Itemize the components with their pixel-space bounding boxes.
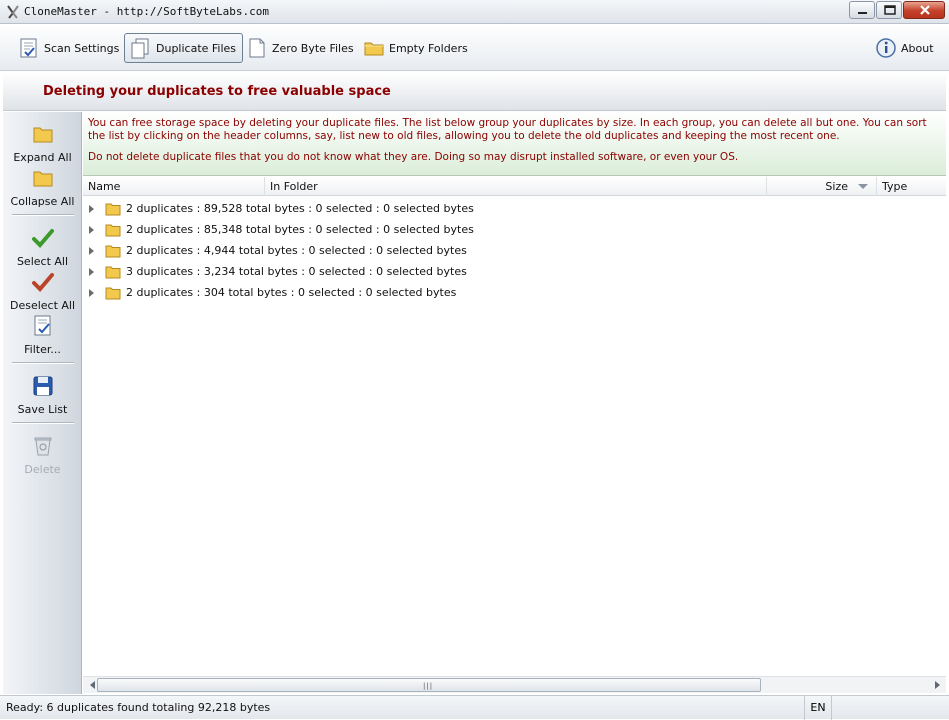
red-checkmark-icon (31, 273, 54, 292)
collapse-all-label: Collapse All (10, 195, 75, 208)
empty-folders-button[interactable]: Empty Folders (357, 33, 475, 63)
filter-button[interactable]: Filter... (3, 314, 82, 356)
window-controls (848, 1, 945, 19)
maximize-icon (884, 5, 896, 15)
group-summary: 3 duplicates : 3,234 total bytes : 0 sel… (126, 265, 467, 278)
about-label: About (901, 41, 934, 55)
zero-byte-files-label: Zero Byte Files (272, 41, 354, 55)
main-toolbar: Scan Settings Duplicate Files Zero Byte … (0, 24, 949, 71)
folder-icon (33, 171, 52, 187)
group-summary: 2 duplicates : 85,348 total bytes : 0 se… (126, 223, 474, 236)
grip-icon: ||| (423, 682, 434, 690)
expand-arrow-icon[interactable] (89, 267, 94, 276)
duplicate-files-button[interactable]: Duplicate Files (124, 33, 244, 63)
group-summary: 2 duplicates : 4,944 total bytes : 0 sel… (126, 244, 467, 257)
expand-all-label: Expand All (13, 151, 72, 164)
column-size-label: Size (825, 180, 848, 193)
delete-label: Delete (24, 463, 61, 476)
expand-arrow-icon[interactable] (89, 225, 94, 234)
warning-text: Do not delete duplicate files that you d… (88, 151, 739, 163)
delete-button[interactable]: Delete (3, 434, 82, 476)
folder-icon (105, 224, 121, 236)
status-text: Ready: 6 duplicates found totaling 92,21… (6, 701, 271, 714)
language-indicator: EN (804, 696, 832, 720)
separator (12, 362, 74, 364)
filter-label: Filter... (24, 343, 61, 356)
folder-icon (105, 266, 121, 278)
green-checkmark-icon (31, 229, 54, 248)
deselect-all-button[interactable]: Deselect All (3, 270, 82, 312)
save-list-label: Save List (17, 403, 68, 416)
status-bar: Ready: 6 duplicates found totaling 92,21… (0, 695, 949, 720)
save-list-button[interactable]: Save List (3, 374, 82, 416)
duplicate-documents-icon (131, 38, 149, 59)
folder-icon (105, 203, 121, 215)
scan-settings-label: Scan Settings (44, 41, 120, 55)
select-all-button[interactable]: Select All (3, 226, 82, 268)
column-size[interactable]: Size (767, 177, 877, 196)
table-row[interactable]: 2 duplicates : 4,944 total bytes : 0 sel… (83, 240, 946, 261)
folder-icon (33, 127, 52, 143)
duplicate-groups-list: 2 duplicates : 89,528 total bytes : 0 se… (83, 198, 946, 303)
list-column-header: Name In Folder Size Type (83, 177, 946, 196)
page-title: Deleting your duplicates to free valuabl… (43, 84, 391, 99)
close-button[interactable] (903, 1, 945, 19)
minimize-icon (858, 12, 867, 14)
table-row[interactable]: 2 duplicates : 85,348 total bytes : 0 se… (83, 219, 946, 240)
select-all-label: Select All (16, 255, 69, 268)
expand-arrow-icon[interactable] (89, 246, 94, 255)
column-type[interactable]: Type (877, 177, 946, 196)
folder-icon (105, 245, 121, 257)
collapse-all-button[interactable]: Collapse All (3, 166, 82, 208)
expand-arrow-icon[interactable] (89, 204, 94, 213)
blank-document-icon (249, 38, 265, 58)
separator (12, 422, 74, 424)
empty-folders-label: Empty Folders (389, 41, 468, 55)
title-bar[interactable]: CloneMaster - http://SoftByteLabs.com (0, 0, 949, 24)
clonemaster-app-icon (7, 5, 19, 19)
folder-icon (364, 42, 384, 56)
scroll-right-icon[interactable] (935, 681, 940, 689)
column-name[interactable]: Name (83, 177, 265, 196)
floppy-disk-icon (33, 376, 52, 396)
scroll-left-icon[interactable] (90, 681, 95, 689)
scan-settings-button[interactable]: Scan Settings (12, 33, 126, 63)
expand-all-button[interactable]: Expand All (3, 122, 82, 164)
sort-descending-icon (858, 184, 868, 189)
separator (12, 214, 74, 216)
table-row[interactable]: 3 duplicates : 3,234 total bytes : 0 sel… (83, 261, 946, 282)
window-title: CloneMaster - http://SoftByteLabs.com (24, 5, 270, 18)
folder-icon (105, 287, 121, 299)
zero-byte-files-button[interactable]: Zero Byte Files (240, 33, 361, 63)
filter-document-icon (34, 315, 50, 336)
table-row[interactable]: 2 duplicates : 304 total bytes : 0 selec… (83, 282, 946, 303)
minimize-button[interactable] (849, 1, 875, 19)
group-summary: 2 duplicates : 304 total bytes : 0 selec… (126, 286, 457, 299)
group-summary: 2 duplicates : 89,528 total bytes : 0 se… (126, 202, 474, 215)
duplicate-files-label: Duplicate Files (156, 41, 237, 55)
close-icon (920, 5, 930, 15)
info-icon (876, 38, 896, 58)
expand-arrow-icon[interactable] (89, 288, 94, 297)
left-action-panel: Expand All Collapse All Select All Desel… (3, 112, 82, 694)
horizontal-scrollbar[interactable]: ||| (83, 676, 946, 693)
table-row[interactable]: 2 duplicates : 89,528 total bytes : 0 se… (83, 198, 946, 219)
info-panel: You can free storage space by deleting y… (83, 112, 946, 176)
maximize-button[interactable] (876, 1, 902, 19)
scrollbar-thumb[interactable]: ||| (97, 678, 761, 692)
deselect-all-label: Deselect All (9, 299, 76, 312)
checklist-document-icon (20, 38, 37, 58)
about-button[interactable]: About (869, 33, 941, 63)
section-banner: Deleting your duplicates to free valuabl… (3, 72, 946, 111)
recycle-bin-icon (34, 437, 51, 456)
column-in-folder[interactable]: In Folder (265, 177, 767, 196)
info-text: You can free storage space by deleting y… (88, 117, 927, 142)
